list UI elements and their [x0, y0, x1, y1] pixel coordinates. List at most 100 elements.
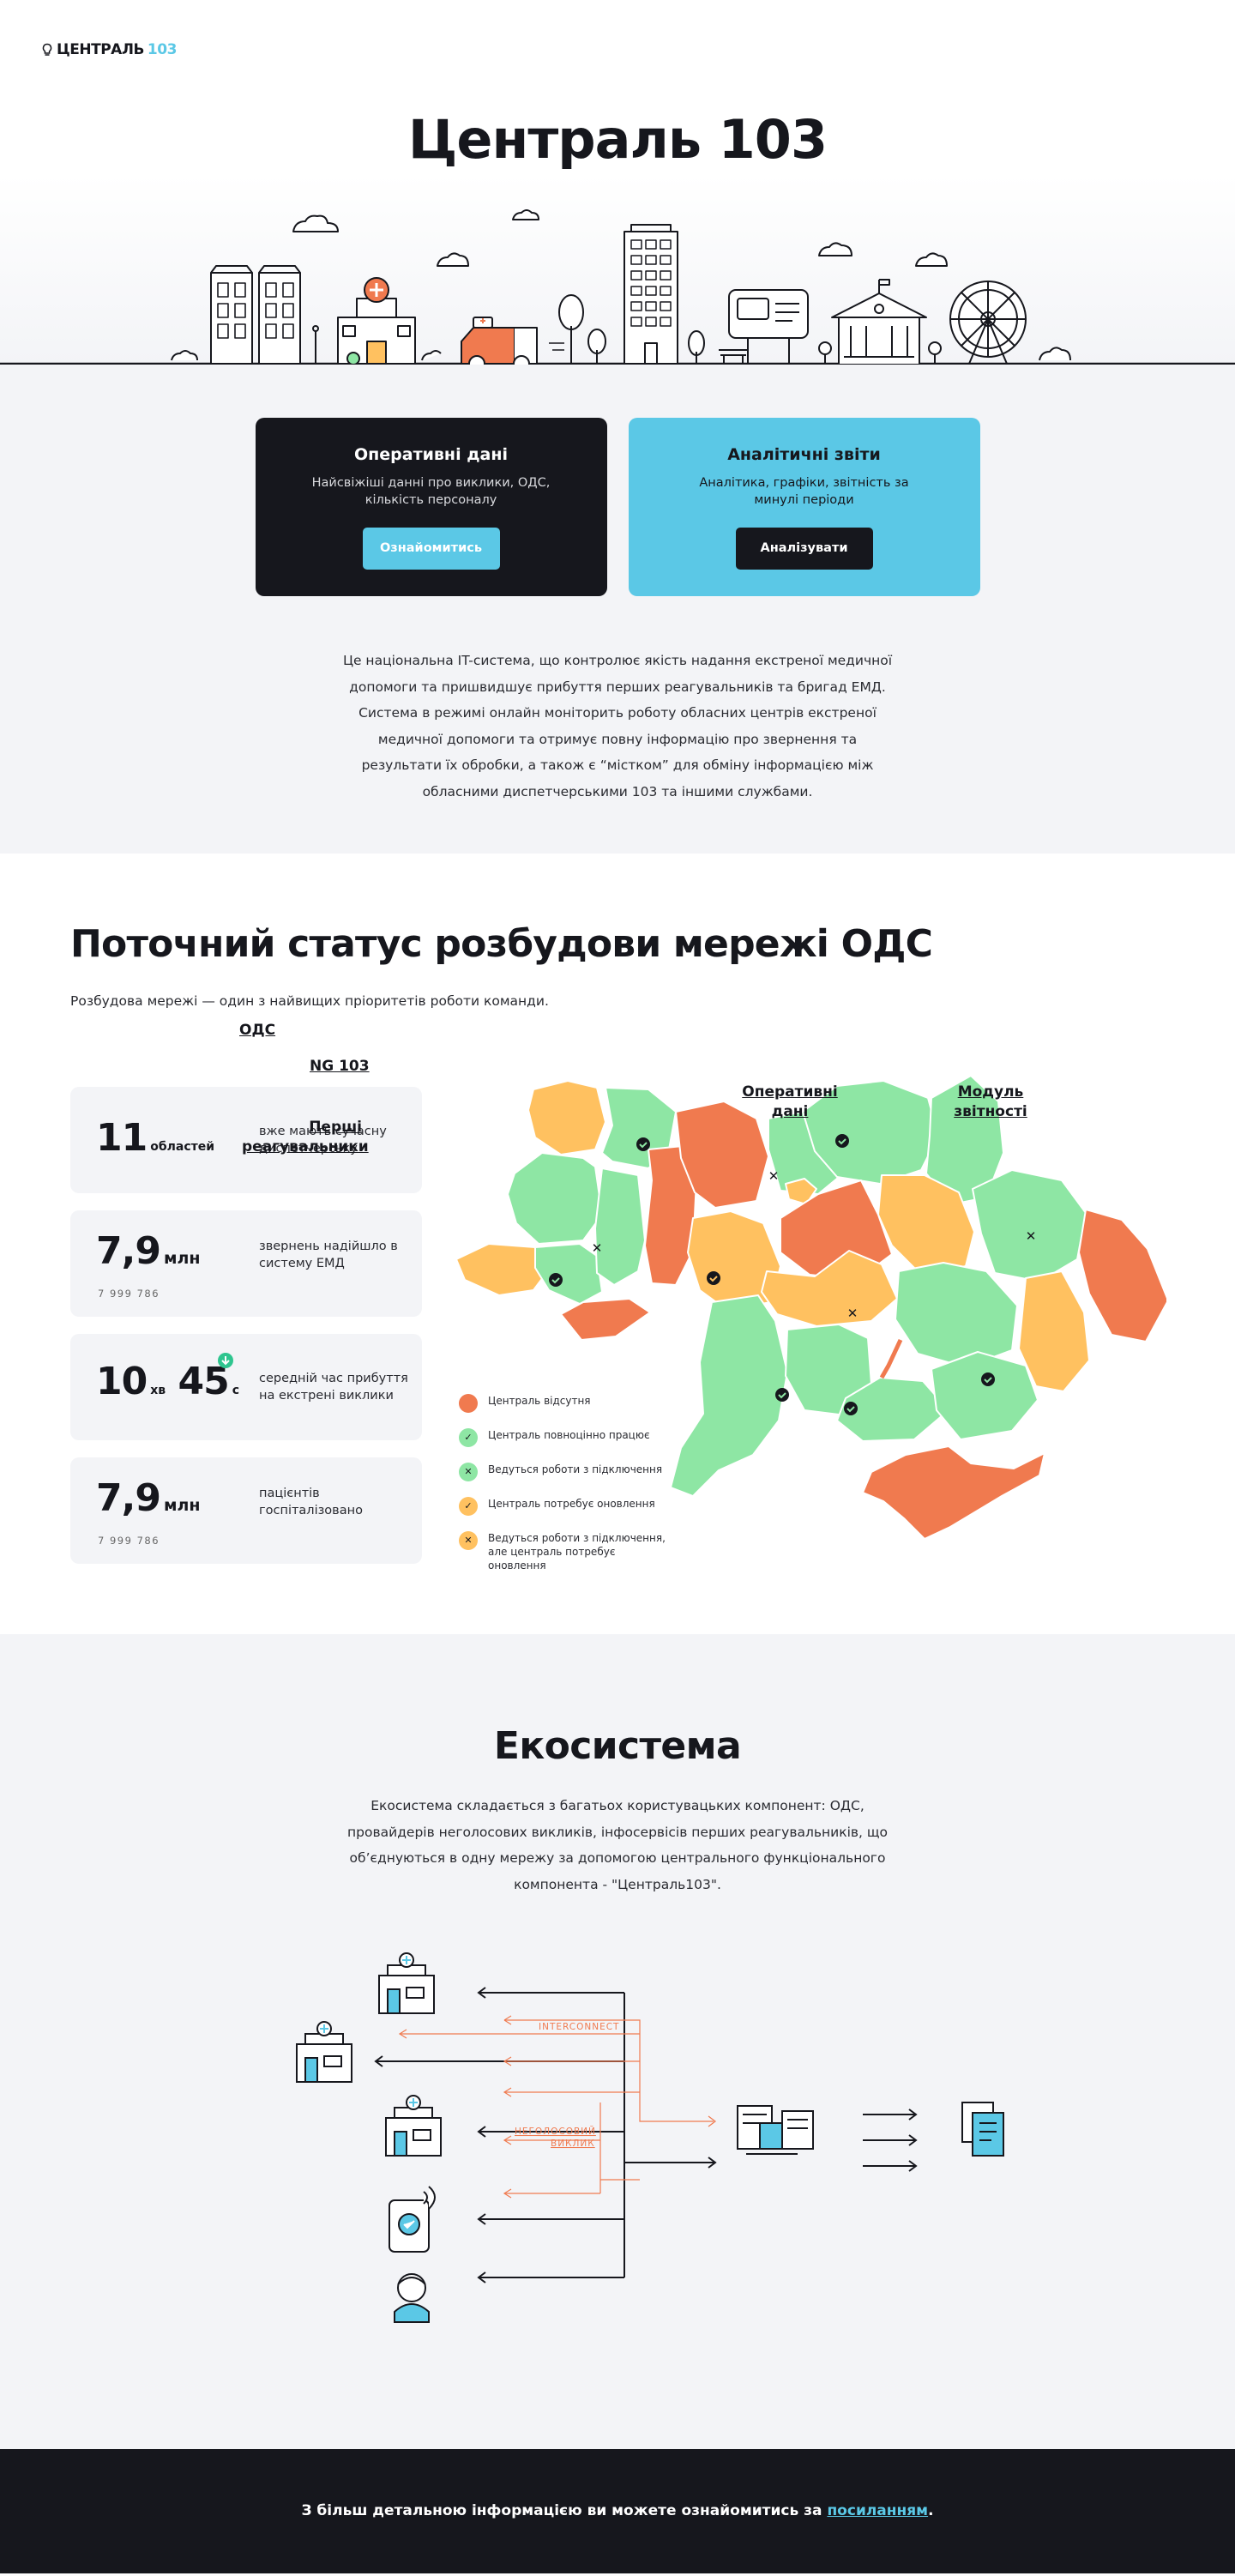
servers-icon: [737, 2105, 814, 2155]
map-legend: Централь відсутня ✓ Централь повноцінно п…: [459, 1394, 668, 1588]
region-luhansk: [1078, 1209, 1166, 1342]
region-lviv: [507, 1152, 603, 1245]
check-shield-icon: ✓: [459, 1497, 478, 1516]
ecosystem-section: Екосистема Екосистема складається з бага…: [0, 1022, 1235, 2449]
stat-unit: областей: [150, 1140, 215, 1154]
tools-icon: ✕: [459, 1531, 478, 1550]
stat-desc: пацієнтів госпіталізовано: [259, 1487, 363, 1517]
check-shield-icon: [981, 1372, 995, 1386]
view-operative-button[interactable]: Ознайомитись: [362, 528, 500, 570]
label-text: Перші реагувальники: [242, 1119, 369, 1155]
stat-value: 7,9 млн: [96, 1476, 201, 1520]
region-odesa: [670, 1294, 788, 1497]
lightbulb-icon: [42, 43, 52, 56]
ecosystem-diagram: INTERCONNECT НЕГОЛОСОВИЙ ВИКЛИК: [296, 1952, 1004, 2323]
tools-icon: ✕: [592, 1240, 603, 1256]
stat-unit: млн: [163, 1496, 201, 1515]
stat-unit: млн: [163, 1249, 201, 1268]
legend-label: Централь відсутня: [488, 1395, 591, 1407]
legend-item: ✕ Ведуться роботи з підключення, але цент…: [459, 1531, 668, 1572]
operative-data-card: Оперативні дані Найсвіжіші данні про вик…: [255, 418, 607, 596]
stat-digits: 7 999 786: [98, 1535, 160, 1547]
ods-link[interactable]: ОДС: [239, 1021, 275, 1041]
footer-text: З більш детальною інформацією ви можете …: [301, 2502, 822, 2519]
ng103-link[interactable]: NG 103: [310, 1057, 370, 1077]
region-zaporizhzhia: [931, 1351, 1039, 1440]
stat-unit: хв: [150, 1384, 166, 1397]
tools-icon: ✕: [1026, 1228, 1037, 1244]
analyze-button[interactable]: Аналізувати: [735, 528, 873, 570]
stat-unit: с: [232, 1384, 239, 1397]
stat-card-hospitalized: 7,9 млн 7 999 786 пацієнтів госпіталізова…: [70, 1457, 422, 1564]
stat-desc: середній час прибуття на екстрені виклик…: [259, 1372, 408, 1403]
stat-number: 11: [96, 1116, 148, 1160]
stat-desc: звернень надійшло в систему ЕМД: [259, 1240, 398, 1270]
label-text: Модуль звітності: [954, 1083, 1027, 1120]
check-shield-icon: [707, 1271, 720, 1285]
responder-icon: [394, 2273, 430, 2323]
hospital-icon: [378, 1952, 435, 2014]
legend-item: ✕ Ведуться роботи з підключення: [459, 1463, 668, 1481]
stat-digits: 7 999 786: [98, 1288, 160, 1300]
check-shield-icon: [549, 1273, 563, 1287]
region-kharkiv: [972, 1169, 1087, 1282]
hospital-icon: [296, 2021, 352, 2083]
legend-label: Централь потребує оновлення: [488, 1498, 655, 1510]
cards-row: Оперативні дані Найсвіжіші данні про вик…: [0, 418, 1235, 596]
nonvoice-label-1: НЕГОЛОСОВИЙ: [515, 2126, 596, 2137]
tools-icon: ✕: [459, 1463, 478, 1481]
logo-text: ЦЕНТРАЛЬ: [57, 41, 144, 58]
label-text: Оперативні дані: [742, 1083, 838, 1120]
smartphone-icon: [389, 2186, 436, 2253]
stat-value: 11 областей: [96, 1116, 214, 1160]
card-title: Аналітичні звіти: [727, 445, 881, 464]
analytic-reports-card: Аналітичні звіти Аналітика, графіки, зві…: [628, 418, 980, 596]
arrow-down-icon: [218, 1353, 233, 1368]
footer: З більш детальною інформацією ви можете …: [0, 2449, 1235, 2573]
stat-card-calls: 7,9 млн 7 999 786 звернень надійшло в сис…: [70, 1210, 422, 1317]
card-title: Оперативні дані: [354, 445, 508, 464]
documents-icon: [961, 2102, 1004, 2157]
legend-item: ✓ Централь повноцінно працює: [459, 1428, 668, 1447]
footer-end: .: [928, 2502, 934, 2519]
operative-data-link[interactable]: Оперативні дані: [738, 1083, 842, 1122]
city-skyline-illustration: [0, 209, 1235, 365]
legend-label: Ведуться роботи з підключення, але центр…: [488, 1532, 666, 1572]
label-text: NG 103: [310, 1058, 370, 1075]
intro-text: Це національна IT-система, що контролює …: [342, 653, 893, 799]
card-text: Аналітика, графіки, звітність за минулі …: [699, 476, 909, 507]
logo[interactable]: ЦЕНТРАЛЬ 103: [41, 41, 177, 58]
network-status-section: Поточний статус розбудови мережі ОДС Роз…: [0, 854, 1235, 1634]
legend-label: Ведуться роботи з підключення: [488, 1463, 663, 1475]
logo-number: 103: [147, 41, 178, 58]
check-shield-icon: [775, 1388, 789, 1402]
hero-header: ЦЕНТРАЛЬ 103 Централь 103: [0, 0, 1235, 365]
region-ternopil: [594, 1167, 646, 1286]
section-title: Поточний статус розбудови мережі ОДС: [70, 922, 933, 966]
tools-icon: ✕: [847, 1306, 858, 1321]
reports-module-link[interactable]: Модуль звітності: [945, 1083, 1036, 1122]
legend-item: ✓ Централь потребує оновлення: [459, 1497, 668, 1516]
tools-icon: ✕: [768, 1168, 780, 1184]
stat-number: 7,9: [96, 1229, 161, 1273]
section-title: Екосистема: [493, 1724, 742, 1768]
stat-number: 7,9: [96, 1476, 161, 1520]
check-shield-icon: [844, 1402, 858, 1415]
legend-item: Централь відсутня: [459, 1394, 668, 1413]
status-dot: [459, 1394, 478, 1413]
stat-minutes: 10: [96, 1360, 148, 1403]
check-shield-icon: [636, 1137, 650, 1151]
region-dnipro: [895, 1262, 1018, 1368]
stat-card-arrival-time: 10 хв 45 с середній час прибуття на екстре…: [70, 1334, 422, 1440]
region-chernivtsi: [560, 1298, 651, 1341]
region-donetsk: [1018, 1270, 1090, 1392]
interconnect-label: INTERCONNECT: [539, 2022, 619, 2032]
details-link[interactable]: посиланням: [827, 2502, 928, 2519]
section-subtitle: Розбудова мережі — один з найвищих пріор…: [70, 993, 549, 1009]
page-title: Централь 103: [407, 108, 828, 171]
responders-link[interactable]: Перші реагувальники: [242, 1118, 369, 1157]
check-shield-icon: ✓: [459, 1428, 478, 1447]
stat-value: 7,9 млн: [96, 1229, 201, 1273]
nonvoice-label-2: ВИКЛИК: [551, 2139, 595, 2149]
overview-section: Оперативні дані Найсвіжіші данні про вик…: [0, 365, 1235, 854]
